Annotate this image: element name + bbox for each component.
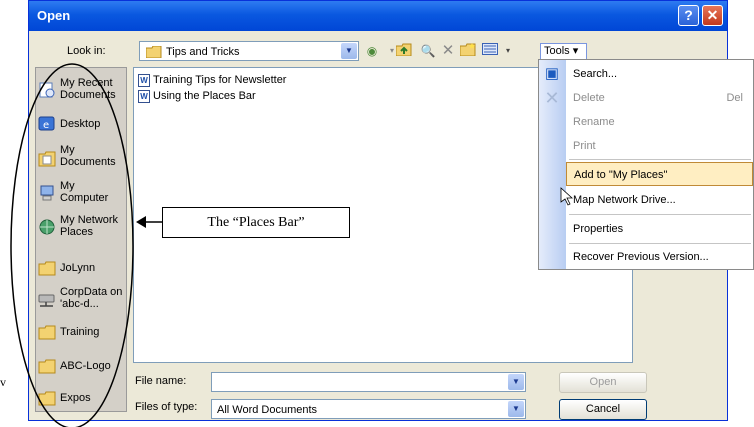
annotation-overlay bbox=[10, 63, 574, 427]
mouse-cursor-icon bbox=[560, 187, 574, 206]
places-bar-callout-ellipse bbox=[10, 63, 134, 427]
stray-text: v bbox=[0, 375, 6, 389]
places-bar-annotation: The “Places Bar” bbox=[162, 207, 350, 238]
callout-arrowhead-icon bbox=[136, 216, 146, 228]
